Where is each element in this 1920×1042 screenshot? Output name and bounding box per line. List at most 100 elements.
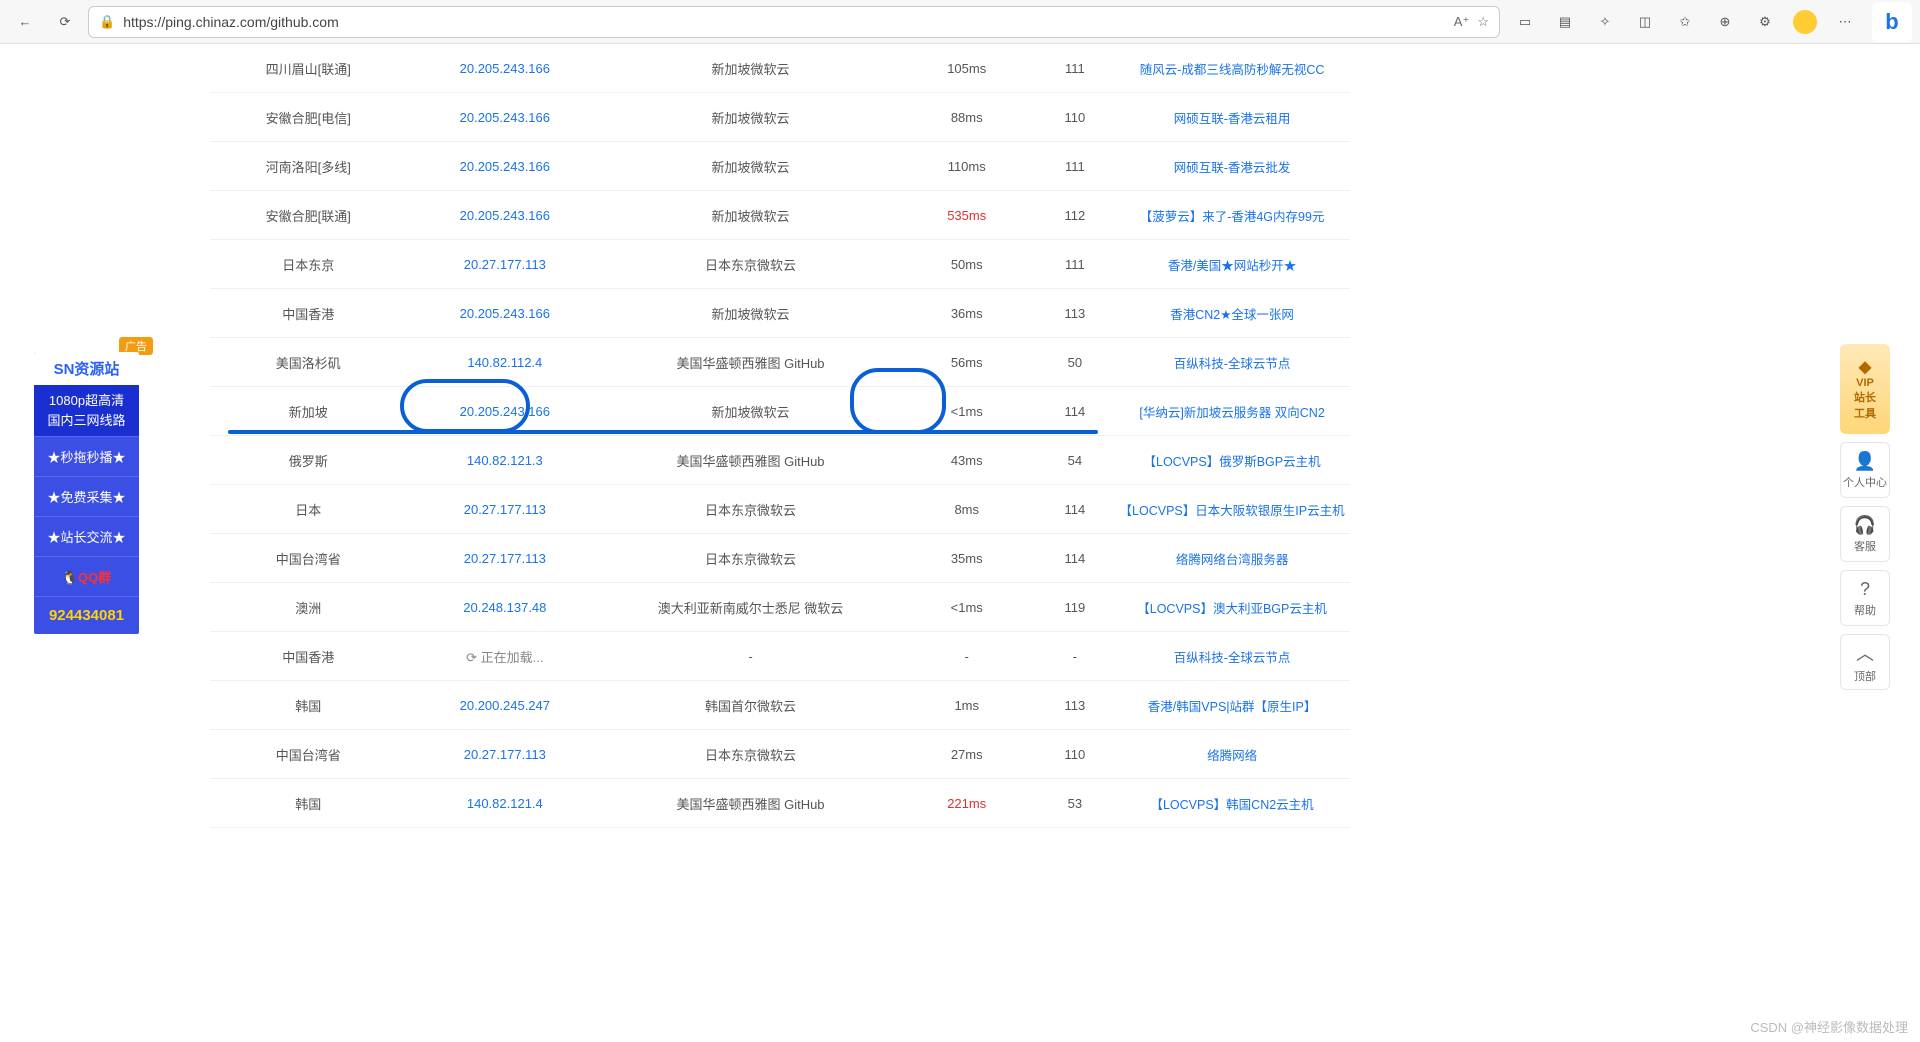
- ip-link[interactable]: 20.200.245.247: [460, 698, 550, 713]
- cell-location: 中国台湾省: [210, 549, 407, 568]
- ip-link[interactable]: 20.27.177.113: [464, 747, 546, 762]
- performance-icon[interactable]: ⚙: [1746, 7, 1784, 37]
- sponsor-link[interactable]: 【LOCVPS】韩国CN2云主机: [1150, 798, 1313, 812]
- refresh-button[interactable]: ⟳: [48, 7, 82, 37]
- help-icon: ?: [1860, 579, 1870, 600]
- cell-hop: 53: [1036, 796, 1115, 811]
- sponsor-link[interactable]: 百纵科技-全球云节点: [1174, 651, 1291, 665]
- ip-link[interactable]: 20.205.243.166: [460, 110, 550, 125]
- bing-sidebar-icon[interactable]: b: [1872, 2, 1912, 42]
- cell-sponsor: 【LOCVPS】韩国CN2云主机: [1114, 794, 1350, 813]
- table-row: 澳洲20.248.137.48澳大利亚新南威尔士悉尼 微软云<1ms119【LO…: [210, 583, 1350, 632]
- cell-ip: ⟳ 正在加载...: [407, 647, 604, 666]
- personal-center-button[interactable]: 👤个人中心: [1840, 442, 1890, 498]
- cell-sponsor: 【菠萝云】来了-香港4G内存99元: [1114, 206, 1350, 225]
- help-button[interactable]: ?帮助: [1840, 570, 1890, 626]
- cell-location: 澳洲: [210, 598, 407, 617]
- sponsor-link[interactable]: 香港/韩国VPS|站群【原生IP】: [1148, 700, 1317, 714]
- cell-location: 韩国: [210, 794, 407, 813]
- watermark: CSDN @神经影像数据处理: [1750, 1017, 1908, 1036]
- profile-avatar[interactable]: [1786, 7, 1824, 37]
- sponsor-link[interactable]: 络腾网络: [1207, 749, 1257, 763]
- ad-qq: 🐧QQ群: [34, 556, 139, 596]
- sponsor-link[interactable]: [华纳云]新加坡云服务器 双向CN2: [1139, 406, 1324, 420]
- cell-location: 韩国: [210, 696, 407, 715]
- cell-latency: 535ms: [898, 208, 1036, 223]
- left-ad[interactable]: SN资源站 1080p超高清 国内三网线路 秒拖秒播 免费采集 站长交流 🐧QQ…: [34, 352, 139, 634]
- cell-latency: <1ms: [898, 600, 1036, 615]
- cell-hop: -: [1036, 649, 1115, 664]
- more-icon[interactable]: ⋯: [1826, 7, 1864, 37]
- sponsor-link[interactable]: 香港/美国★网站秒开★: [1168, 259, 1296, 273]
- sponsor-link[interactable]: 随风云-成都三线高防秒解无视CC: [1140, 63, 1325, 77]
- cell-latency: 88ms: [898, 110, 1036, 125]
- sponsor-link[interactable]: 【菠萝云】来了-香港4G内存99元: [1140, 210, 1325, 224]
- ip-link[interactable]: 20.205.243.166: [460, 306, 550, 321]
- cell-region: 日本东京微软云: [603, 745, 898, 764]
- sponsor-link[interactable]: 【LOCVPS】日本大阪软银原生IP云主机: [1120, 504, 1345, 518]
- cell-region: 澳大利亚新南威尔士悉尼 微软云: [603, 598, 898, 617]
- ip-link[interactable]: 20.205.243.166: [460, 404, 550, 419]
- table-row: 美国洛杉矶140.82.112.4美国华盛顿西雅图 GitHub56ms50百纵…: [210, 338, 1350, 387]
- top-button[interactable]: ︿顶部: [1840, 634, 1890, 690]
- cell-ip: 20.27.177.113: [407, 257, 604, 272]
- ip-link[interactable]: 20.27.177.113: [464, 502, 546, 517]
- cell-latency: 56ms: [898, 355, 1036, 370]
- tabs-icon[interactable]: ▤: [1546, 7, 1584, 37]
- cell-latency: 27ms: [898, 747, 1036, 762]
- cell-ip: 20.27.177.113: [407, 551, 604, 566]
- ad-subtitle: 1080p超高清 国内三网线路: [34, 385, 139, 436]
- sponsor-link[interactable]: 香港CN2★全球一张网: [1170, 308, 1294, 322]
- sponsor-link[interactable]: 百纵科技-全球云节点: [1174, 357, 1291, 371]
- sponsor-link[interactable]: 络腾网络台湾服务器: [1176, 553, 1289, 567]
- cell-ip: 140.82.121.3: [407, 453, 604, 468]
- ip-link[interactable]: 20.205.243.166: [460, 159, 550, 174]
- cell-ip: 20.27.177.113: [407, 502, 604, 517]
- ad-item: 秒拖秒播: [34, 436, 139, 476]
- loading-spinner: ⟳ 正在加载...: [466, 650, 543, 665]
- cell-location: 中国香港: [210, 304, 407, 323]
- ip-link[interactable]: 20.205.243.166: [460, 61, 550, 76]
- cell-sponsor: 香港/韩国VPS|站群【原生IP】: [1114, 696, 1350, 715]
- cell-sponsor: 百纵科技-全球云节点: [1114, 353, 1350, 372]
- sponsor-link[interactable]: 网硕互联-香港云租用: [1174, 112, 1291, 126]
- read-aloud-icon[interactable]: A⁺: [1454, 14, 1470, 30]
- ip-link[interactable]: 20.27.177.113: [464, 551, 546, 566]
- split-icon[interactable]: ◫: [1626, 7, 1664, 37]
- extensions-icon[interactable]: ✧: [1586, 7, 1624, 37]
- ip-link[interactable]: 20.205.243.166: [460, 208, 550, 223]
- ip-link[interactable]: 140.82.112.4: [467, 355, 542, 370]
- cell-sponsor: 百纵科技-全球云节点: [1114, 647, 1350, 666]
- ip-link[interactable]: 20.27.177.113: [464, 257, 546, 272]
- cell-ip: 140.82.112.4: [407, 355, 604, 370]
- address-bar[interactable]: 🔒 https://ping.chinaz.com/github.com A⁺ …: [88, 6, 1500, 38]
- table-row: 韩国140.82.121.4美国华盛顿西雅图 GitHub221ms53【LOC…: [210, 779, 1350, 828]
- sponsor-link[interactable]: 【LOCVPS】澳大利亚BGP云主机: [1137, 602, 1327, 616]
- back-button[interactable]: ←: [8, 7, 42, 37]
- ip-link[interactable]: 140.82.121.3: [467, 453, 543, 468]
- favorites-bar-icon[interactable]: ✩: [1666, 7, 1704, 37]
- cell-hop: 113: [1036, 698, 1115, 713]
- cell-region: 新加坡微软云: [603, 108, 898, 127]
- table-row: 安徽合肥[电信]20.205.243.166新加坡微软云88ms110网硕互联-…: [210, 93, 1350, 142]
- cell-latency: -: [898, 649, 1036, 664]
- table-row: 日本20.27.177.113日本东京微软云8ms114【LOCVPS】日本大阪…: [210, 485, 1350, 534]
- vip-button[interactable]: ◆ VIP 站长 工具: [1840, 344, 1890, 434]
- table-row: 中国台湾省20.27.177.113日本东京微软云27ms110络腾网络: [210, 730, 1350, 779]
- cell-latency: 36ms: [898, 306, 1036, 321]
- cell-latency: 50ms: [898, 257, 1036, 272]
- ip-link[interactable]: 140.82.121.4: [467, 796, 543, 811]
- cell-region: 新加坡微软云: [603, 206, 898, 225]
- cell-region: 日本东京微软云: [603, 500, 898, 519]
- cell-region: 日本东京微软云: [603, 255, 898, 274]
- sponsor-link[interactable]: 网硕互联-香港云批发: [1174, 161, 1291, 175]
- cell-location: 日本东京: [210, 255, 407, 274]
- reader-icon[interactable]: ▭: [1506, 7, 1544, 37]
- collections-icon[interactable]: ⊕: [1706, 7, 1744, 37]
- service-button[interactable]: 🎧客服: [1840, 506, 1890, 562]
- ip-link[interactable]: 20.248.137.48: [463, 600, 546, 615]
- cell-hop: 114: [1036, 404, 1115, 419]
- sponsor-link[interactable]: 【LOCVPS】俄罗斯BGP云主机: [1144, 455, 1321, 469]
- favorite-icon[interactable]: ☆: [1477, 14, 1489, 30]
- cell-region: 新加坡微软云: [603, 59, 898, 78]
